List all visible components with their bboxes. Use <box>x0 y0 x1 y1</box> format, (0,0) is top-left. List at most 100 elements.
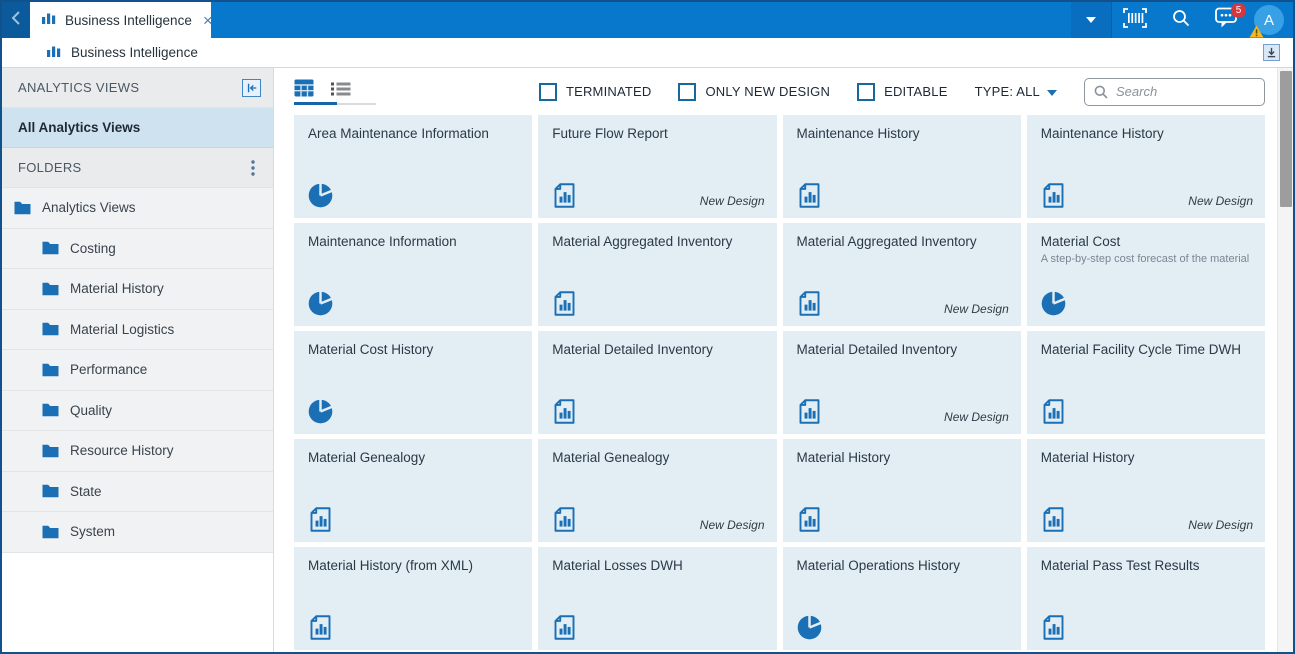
report-icon <box>796 398 823 425</box>
barcode-icon <box>1123 7 1147 33</box>
view-toggle <box>294 79 376 105</box>
analytics-view-card[interactable]: Material Cost History <box>294 331 533 434</box>
analytics-view-card[interactable]: Material History New Design <box>1026 439 1265 542</box>
card-title: Material Detailed Inventory <box>796 342 958 357</box>
folder-item[interactable]: Performance <box>2 350 273 391</box>
folder-item[interactable]: Costing <box>2 228 273 269</box>
analytics-view-card[interactable]: Material Genealogy New Design <box>538 439 777 542</box>
report-icon <box>551 506 578 533</box>
cards-grid: Area Maintenance Information Future Flow … <box>294 115 1265 650</box>
pie-chart-icon <box>307 182 334 209</box>
new-design-badge: New Design <box>699 194 765 208</box>
avatar[interactable]: A <box>1249 5 1284 38</box>
topbar-actions: 5 A <box>1071 2 1293 38</box>
collapse-sidebar-button[interactable] <box>242 78 261 97</box>
folder-item[interactable]: Material Logistics <box>2 309 273 350</box>
card-title: Material Genealogy <box>308 450 426 465</box>
arrow-collapse-icon <box>247 83 256 92</box>
card-title: Material Cost <box>1040 234 1121 249</box>
card-title: Maintenance History <box>796 126 920 141</box>
analytics-view-card[interactable]: Material History <box>782 439 1021 542</box>
folder-label: Material Logistics <box>70 321 175 337</box>
app-window: Business Intelligence × 5 A Business Int… <box>0 0 1295 654</box>
sidebar-item-all-analytics-views[interactable]: All Analytics Views <box>2 108 273 148</box>
analytics-view-card[interactable]: Maintenance Information <box>294 223 533 326</box>
filter-terminated: TERMINATED <box>538 82 652 101</box>
section-title: ANALYTICS VIEWS <box>18 80 140 95</box>
pie-chart-icon <box>1040 290 1067 317</box>
only-new-design-checkbox[interactable] <box>678 82 697 101</box>
analytics-view-card[interactable]: Material Cost A step-by-step cost forecas… <box>1026 223 1265 326</box>
folder-item[interactable]: Material History <box>2 269 273 310</box>
report-icon <box>796 290 823 317</box>
pie-chart-icon <box>307 290 334 317</box>
analytics-view-card[interactable]: Material Facility Cycle Time DWH <box>1026 331 1265 434</box>
folder-item[interactable]: State <box>2 471 273 512</box>
arrow-down-icon <box>1267 47 1276 58</box>
folder-icon <box>42 403 59 417</box>
search-input[interactable] <box>1084 77 1265 106</box>
analytics-view-card[interactable]: Material Pass Test Results <box>1026 547 1265 650</box>
card-title: Material Genealogy <box>552 450 670 465</box>
folder-item[interactable]: Quality <box>2 390 273 431</box>
main-content: TERMINATED ONLY NEW DESIGN EDITABLE TYPE… <box>274 68 1293 652</box>
bar-chart-icon <box>47 44 61 62</box>
analytics-view-card[interactable]: Material Losses DWH <box>538 547 777 650</box>
avatar-letter: A <box>1263 11 1274 29</box>
folder-item[interactable]: Resource History <box>2 431 273 472</box>
barcode-scan-button[interactable] <box>1112 2 1158 38</box>
card-title: Material History (from XML) <box>308 558 474 573</box>
analytics-view-card[interactable]: Area Maintenance Information <box>294 115 533 218</box>
analytics-view-card[interactable]: Future Flow Report New Design <box>538 115 777 218</box>
page-title: Business Intelligence <box>71 45 198 60</box>
card-title: Maintenance Information <box>308 234 457 249</box>
type-dropdown[interactable]: TYPE: ALL <box>975 84 1057 99</box>
analytics-view-card[interactable]: Material Detailed Inventory New Design <box>782 331 1021 434</box>
scrollbar-thumb[interactable] <box>1280 71 1292 207</box>
analytics-view-card[interactable]: Maintenance History <box>782 115 1021 218</box>
close-icon[interactable]: × <box>201 12 215 29</box>
analytics-view-card[interactable]: Maintenance History New Design <box>1026 115 1265 218</box>
new-design-badge: New Design <box>699 518 765 532</box>
report-icon <box>551 182 578 209</box>
dropdown-button[interactable] <box>1071 2 1111 38</box>
folder-label: Quality <box>70 402 113 418</box>
analytics-view-card[interactable]: Material Operations History <box>782 547 1021 650</box>
grid-view-icon[interactable] <box>294 79 314 97</box>
vertical-scrollbar[interactable] <box>1277 68 1293 652</box>
type-dropdown-label: TYPE: ALL <box>974 84 1040 99</box>
warning-icon <box>1249 25 1264 38</box>
list-view-icon[interactable] <box>331 81 351 97</box>
analytics-view-card[interactable]: Material Aggregated Inventory New Design <box>782 223 1021 326</box>
report-icon <box>307 614 334 641</box>
search-button[interactable] <box>1158 2 1204 38</box>
editable-checkbox[interactable] <box>857 82 876 101</box>
terminated-checkbox[interactable] <box>538 82 557 101</box>
new-design-badge: New Design <box>1188 518 1253 532</box>
report-icon <box>551 290 578 317</box>
folder-label: System <box>70 524 116 540</box>
dock-panel-button[interactable] <box>1263 44 1280 61</box>
tab-business-intelligence[interactable]: Business Intelligence × <box>30 2 213 38</box>
active-view-underline <box>294 101 376 105</box>
new-design-badge: New Design <box>944 410 1009 424</box>
messages-button[interactable]: 5 <box>1204 2 1250 38</box>
kebab-menu-icon[interactable] <box>245 158 261 178</box>
back-button[interactable] <box>2 2 30 38</box>
folder-item[interactable]: Analytics Views <box>2 188 273 229</box>
analytics-view-card[interactable]: Material Detailed Inventory <box>538 331 777 434</box>
chevron-left-icon <box>11 10 21 31</box>
analytics-view-card[interactable]: Material Aggregated Inventory <box>538 223 777 326</box>
filter-editable: EDITABLE <box>857 82 948 101</box>
card-title: Material Pass Test Results <box>1040 558 1200 573</box>
checkbox-label: ONLY NEW DESIGN <box>705 84 831 99</box>
notification-badge: 5 <box>1231 3 1246 18</box>
folder-icon <box>42 322 59 336</box>
analytics-view-card[interactable]: Material Genealogy <box>294 439 533 542</box>
card-title: Area Maintenance Information <box>308 126 489 141</box>
report-icon <box>1040 614 1067 641</box>
new-design-badge: New Design <box>1188 194 1253 208</box>
folder-item[interactable]: System <box>2 512 273 553</box>
folder-icon <box>14 201 31 215</box>
analytics-view-card[interactable]: Material History (from XML) <box>294 547 533 650</box>
